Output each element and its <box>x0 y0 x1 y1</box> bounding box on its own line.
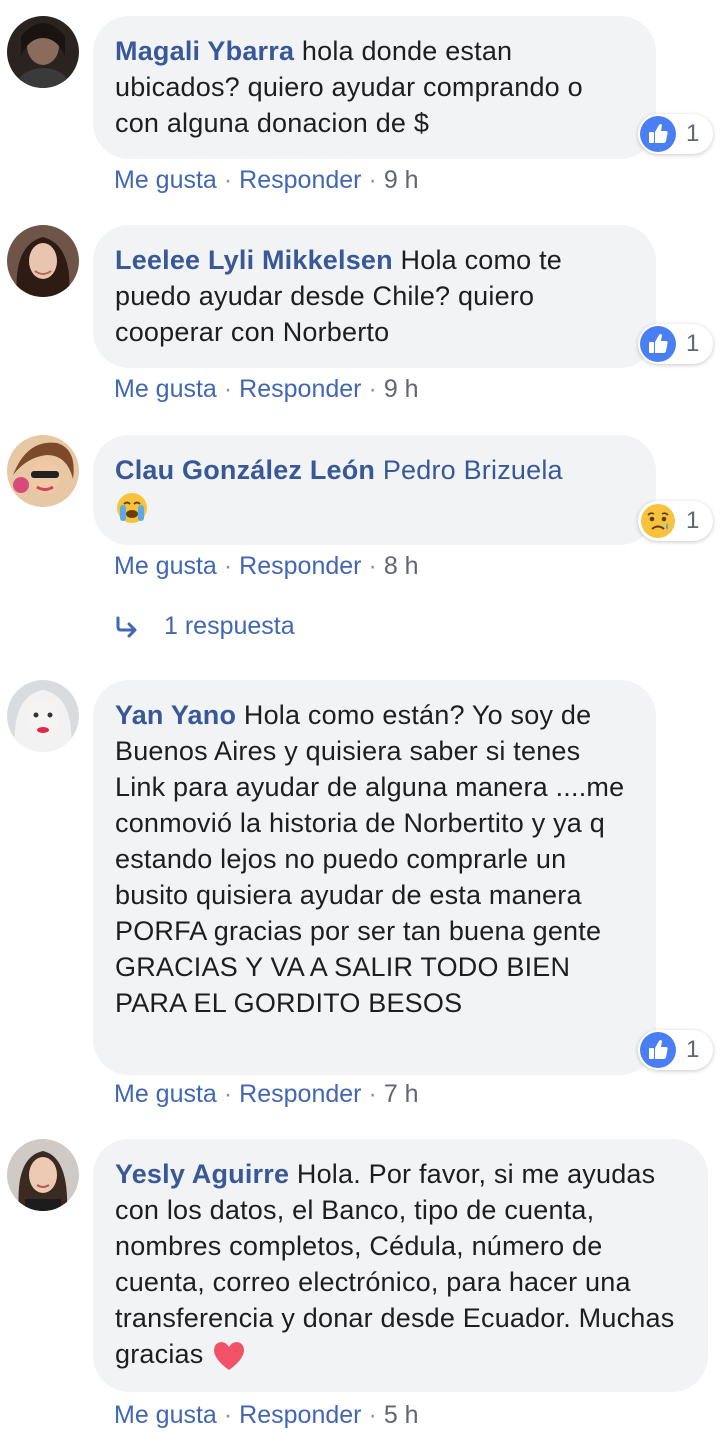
comment-bubble: Yan Yano Hola como están? Yo soy de Buen… <box>93 680 656 1075</box>
comment-leelee: Leelee Lyli Mikkelsen Hola como te puedo… <box>0 210 728 410</box>
comment-bubble: Yesly Aguirre Hola. Por favor, si me ayu… <box>93 1139 708 1392</box>
timestamp[interactable]: 8 h <box>384 552 419 580</box>
reply-link[interactable]: Responder <box>239 552 361 580</box>
reaction-count: 1 <box>686 507 700 534</box>
like-link[interactable]: Me gusta <box>114 166 217 194</box>
separator: · <box>223 552 233 580</box>
comment-bubble: Magali Ybarra hola donde estan ubicados?… <box>93 16 656 159</box>
reply-link[interactable]: Responder <box>239 166 361 194</box>
comment-author[interactable]: Leelee Lyli Mikkelsen <box>115 245 393 275</box>
like-icon <box>640 326 676 362</box>
timestamp[interactable]: 9 h <box>384 375 419 403</box>
avatar[interactable] <box>7 1139 79 1211</box>
loudly-crying-face-emoji <box>117 492 147 523</box>
reply-link[interactable]: Responder <box>239 1080 361 1108</box>
heart-emoji <box>214 1341 245 1370</box>
comment-actions: Me gusta · Responder · 5 h <box>114 1400 419 1430</box>
comment-actions: Me gusta · Responder · 9 h <box>114 374 419 404</box>
reply-link[interactable]: Responder <box>239 1401 361 1429</box>
timestamp[interactable]: 5 h <box>384 1401 419 1429</box>
like-link[interactable]: Me gusta <box>114 375 217 403</box>
comment-magali: Magali Ybarra hola donde estan ubicados?… <box>0 0 728 200</box>
comment-author[interactable]: Clau González León <box>115 455 375 485</box>
comment-bubble: Clau González León Pedro Brizuela <box>93 435 656 545</box>
like-icon <box>640 1032 676 1068</box>
separator: · <box>368 1080 377 1108</box>
separator: · <box>368 552 377 580</box>
sad-reaction-icon <box>641 504 675 538</box>
reaction-badge[interactable]: 1 <box>638 114 714 154</box>
like-link[interactable]: Me gusta <box>114 1080 217 1108</box>
separator: · <box>368 375 377 403</box>
reaction-badge[interactable]: 1 <box>638 324 714 364</box>
like-icon <box>640 116 676 152</box>
comment-actions: Me gusta · Responder · 8 h <box>114 551 419 581</box>
separator: · <box>223 1401 233 1429</box>
like-link[interactable]: Me gusta <box>114 1401 217 1429</box>
view-replies-link[interactable]: 1 respuesta <box>114 612 295 641</box>
reaction-count: 1 <box>686 120 700 147</box>
separator: · <box>368 1401 377 1429</box>
timestamp[interactable]: 9 h <box>384 166 419 194</box>
comment-yesly: Yesly Aguirre Hola. Por favor, si me ayu… <box>0 1125 728 1434</box>
replies-count-label[interactable]: 1 respuesta <box>164 612 295 641</box>
comment-clau: Clau González León Pedro Brizuela 1 Me g… <box>0 420 728 660</box>
comment-actions: Me gusta · Responder · 7 h <box>114 1079 419 1109</box>
like-link[interactable]: Me gusta <box>114 552 217 580</box>
separator: · <box>223 166 233 194</box>
separator: · <box>223 1080 233 1108</box>
comment-bubble: Leelee Lyli Mikkelsen Hola como te puedo… <box>93 225 656 368</box>
comment-text: Hola como están? Yo soy de Buenos Aires … <box>115 700 625 1018</box>
comment-yan: Yan Yano Hola como están? Yo soy de Buen… <box>0 665 728 1125</box>
reply-link[interactable]: Responder <box>239 375 361 403</box>
separator: · <box>223 375 233 403</box>
mention-link[interactable]: Pedro Brizuela <box>383 455 563 485</box>
avatar[interactable] <box>7 435 79 507</box>
comment-actions: Me gusta · Responder · 9 h <box>114 165 419 195</box>
comment-author[interactable]: Magali Ybarra <box>115 36 294 66</box>
reply-arrow-icon <box>116 616 137 637</box>
avatar[interactable] <box>7 16 79 88</box>
separator: · <box>368 166 377 194</box>
reaction-count: 1 <box>686 330 700 357</box>
avatar[interactable] <box>7 225 79 297</box>
timestamp[interactable]: 7 h <box>384 1080 419 1108</box>
avatar[interactable] <box>7 680 79 752</box>
comment-text: Hola. Por favor, si me ayudas con los da… <box>115 1159 675 1369</box>
reaction-count: 1 <box>686 1036 700 1063</box>
reaction-badge[interactable]: 1 <box>638 1030 714 1070</box>
reaction-badge[interactable]: 1 <box>638 501 714 541</box>
comment-author[interactable]: Yesly Aguirre <box>115 1159 289 1189</box>
comment-author[interactable]: Yan Yano <box>115 700 236 730</box>
